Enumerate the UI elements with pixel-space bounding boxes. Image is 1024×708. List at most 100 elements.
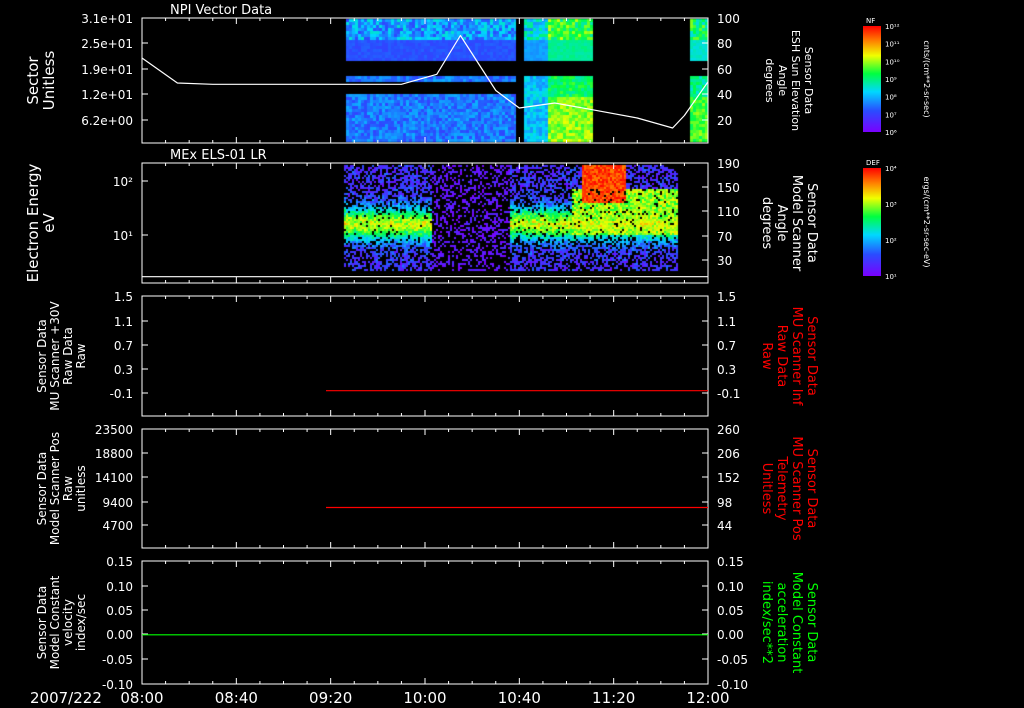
y-axis-label-left: Raw Data (61, 327, 75, 385)
y-tick-label-right: 0.10 (717, 580, 744, 594)
y-axis-label-left: Sensor Data (35, 452, 49, 526)
y-tick-label-right: 44 (717, 519, 732, 533)
colorbar-label: NF (866, 17, 875, 25)
y-axis-label-right: Sensor Data (804, 183, 819, 263)
y-tick-label-left: 14100 (95, 471, 133, 485)
y-axis-label-left: eV (40, 213, 58, 233)
colorbar-unit: cnts/(cm**2-sr-sec) (922, 40, 931, 117)
y-tick-label-right: 0.15 (717, 555, 744, 569)
y-tick-label-right: 1.1 (717, 315, 736, 329)
y-axis-label-right: Raw Data (774, 325, 789, 388)
y-tick-label-right: 80 (717, 37, 732, 51)
x-tick-label: 09:20 (309, 689, 352, 707)
panel-4: 23500 18800 14100 9400 4700 260 206 152 98 44 Sens… (35, 423, 819, 549)
y-axis-label-right: Model Constant (789, 572, 804, 674)
y-tick-label-right: 0.3 (717, 363, 736, 377)
colorbar-tick-label: 10⁸ (885, 94, 897, 102)
y-tick-label-right: -0.1 (717, 387, 740, 401)
els-spectrogram (142, 163, 708, 283)
y-tick-label-right: 0.7 (717, 339, 736, 353)
y-tick-label-left: -0.10 (102, 678, 133, 692)
colorbar-tick-label: 10² (885, 237, 897, 245)
y-tick-label-left: 0.15 (106, 555, 133, 569)
y-axis-label-left: Raw (61, 476, 75, 501)
y-axis-label-left: velocity (61, 599, 75, 646)
y-tick-label-left: 0.3 (114, 363, 133, 377)
y-axis-label-left: Sensor Data (35, 586, 49, 660)
panel-frame (141, 428, 709, 549)
x-tick-label: 10:40 (498, 689, 541, 707)
colorbar-tick-label: 10⁶ (885, 129, 897, 137)
y-tick-label-left: 18800 (95, 447, 133, 461)
y-tick-label-right: 0.00 (717, 628, 744, 642)
y-axis-label-right: index/sec**2 (759, 581, 774, 664)
colorbar (863, 26, 881, 132)
y-axis-label-left: Sensor Data (35, 319, 49, 393)
y-axis-label-right: Sensor Data (804, 449, 819, 529)
y-axis-label-left: Model Constant (48, 575, 62, 669)
y-tick-label-right: 260 (717, 423, 740, 437)
y-tick-label-left: -0.05 (102, 653, 133, 667)
panel-title: NPI Vector Data (170, 3, 272, 18)
y-axis-label-left: index/sec (74, 594, 88, 651)
y-tick-label-right: 40 (717, 88, 732, 102)
y-tick-label-right: -0.10 (717, 678, 748, 692)
y-tick-label-left: 0.10 (106, 580, 133, 594)
y-axis-label-right: Angle (776, 65, 789, 97)
colorbar-unit: ergs/(cm**2-sr-sec-eV) (922, 176, 931, 267)
y-tick-label-left: 1.9e+01 (81, 63, 133, 77)
colorbar-label: DEF (866, 159, 880, 167)
y-tick-label-right: 150 (717, 181, 740, 195)
colorbar-tick-label: 10¹¹ (885, 41, 900, 49)
y-tick-label-right: 110 (717, 205, 740, 219)
y-tick-label-right: 190 (717, 157, 740, 171)
panel-title: MEx ELS-01 LR (170, 148, 267, 163)
y-axis-label-right: degrees (763, 58, 776, 103)
y-tick-label-left: 1.1 (114, 315, 133, 329)
y-tick-label-right: 100 (717, 12, 740, 26)
y-tick-label-left: 4700 (102, 519, 133, 533)
y-tick-label-left: 2.5e+01 (81, 37, 133, 51)
y-axis-label-left: unitless (74, 465, 88, 511)
y-axis-label-right: Unitless (759, 463, 774, 515)
y-tick-label-left: 1.2e+01 (81, 88, 133, 102)
y-tick-label-right: 30 (717, 254, 732, 268)
y-axis-label-left: Model Scanner Pos (48, 432, 62, 545)
y-tick-label-left: 3.1e+01 (81, 12, 133, 26)
date-label: 2007/222 (30, 689, 102, 707)
y-tick-label-left: 1.5 (114, 290, 133, 304)
y-axis-label-right: Raw (759, 342, 774, 370)
y-axis-label-right: Sensor Data (804, 583, 819, 663)
colorbar-tick-label: 10⁴ (885, 165, 897, 173)
y-tick-label-left: 23500 (95, 423, 133, 437)
y-tick-label-right: 1.5 (717, 290, 736, 304)
y-tick-label-left: 10² (113, 175, 133, 189)
panel-5: 0.15 0.10 0.05 0.00 -0.05 -0.10 0.15 0.10 0.05 0.… (35, 555, 819, 692)
colorbar-tick-label: 10⁷ (885, 111, 897, 119)
panel-frame (141, 295, 709, 417)
y-axis-label-left: Unitless (40, 51, 58, 111)
colorbar-tick-label: 10⁹ (885, 76, 897, 84)
y-axis-label-left: Raw (74, 343, 88, 368)
y-axis-label-right: MU Scanner Pos (789, 436, 804, 541)
y-axis-label-right: degrees (759, 197, 774, 250)
y-tick-label-right: 0.05 (717, 604, 744, 618)
x-tick-label: 11:20 (592, 689, 635, 707)
y-tick-label-right: 70 (717, 230, 732, 244)
panel-3: 1.5 1.1 0.7 0.3 -0.1 1.5 1.1 0.7 0.3 -0.1 Sensor D… (35, 290, 819, 417)
y-tick-label-right: 60 (717, 63, 732, 77)
y-axis-label-right: Model Scanner (789, 175, 804, 272)
x-tick-label: 08:40 (215, 689, 258, 707)
y-axis-label-right: Angle (774, 205, 789, 242)
y-axis-label-right: Sensor Data (804, 316, 819, 396)
y-tick-label-left: -0.1 (110, 387, 133, 401)
x-tick-label: 10:00 (403, 689, 446, 707)
y-tick-label-right: 206 (717, 447, 740, 461)
y-axis-label-right: Sensor Data (802, 47, 815, 114)
colorbar-tick-label: 10³ (885, 201, 897, 209)
npi-spectrogram (142, 18, 708, 143)
y-axis-label-right: ESH Sun Elevation (789, 30, 802, 131)
y-tick-label-right: 20 (717, 114, 732, 128)
colorbar-tick-label: 10¹² (885, 23, 900, 31)
y-tick-label-left: 0.05 (106, 604, 133, 618)
